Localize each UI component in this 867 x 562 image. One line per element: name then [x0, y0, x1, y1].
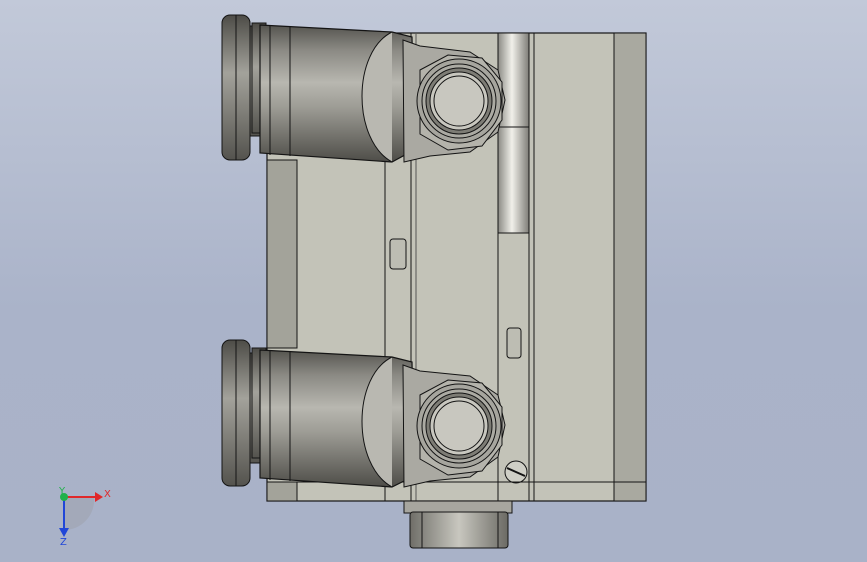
- bottom-port-fitting: [403, 500, 513, 549]
- x-axis-label: X: [104, 489, 111, 500]
- 3d-viewport[interactable]: X Z Y: [0, 0, 867, 562]
- coordinate-triad[interactable]: X Z Y: [58, 486, 111, 548]
- y-axis-label: Y: [58, 486, 66, 497]
- triad-plane-icon: [64, 497, 95, 531]
- z-axis-label: Z: [60, 537, 67, 548]
